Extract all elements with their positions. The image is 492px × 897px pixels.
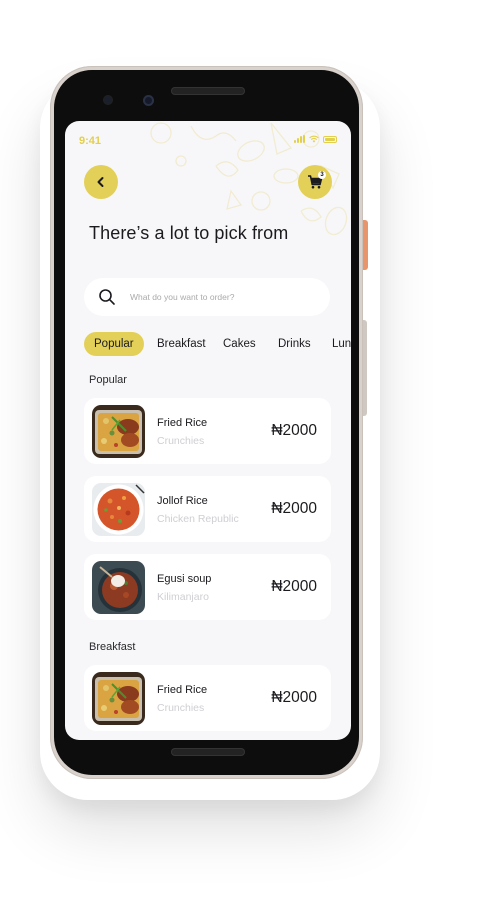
tab-popular[interactable]: Popular: [84, 332, 144, 356]
front-camera: [143, 95, 154, 106]
top-speaker: [171, 87, 245, 95]
wifi-icon: [309, 135, 319, 143]
food-price: ₦2000: [271, 500, 317, 517]
power-button: [363, 220, 368, 270]
food-image-fried-rice: [92, 672, 145, 725]
tab-lunch[interactable]: Lun: [332, 332, 351, 356]
vendor-name: Chicken Republic: [157, 513, 239, 525]
cart-button[interactable]: 3: [298, 165, 332, 199]
food-name: Jollof Rice: [157, 495, 208, 507]
food-card[interactable]: Jollof Rice Chicken Republic ₦2000: [84, 476, 331, 542]
tab-drinks[interactable]: Drinks: [278, 332, 311, 356]
search-icon: [99, 289, 115, 305]
category-tabs: Popular Breakfast Cakes Drinks Lun: [84, 332, 351, 356]
food-image-jollof-rice: [92, 483, 145, 536]
section-title-breakfast: Breakfast: [89, 641, 136, 653]
signal-icon: [294, 135, 305, 143]
vendor-name: Crunchies: [157, 435, 205, 447]
food-image-egusi-soup: [92, 561, 145, 614]
food-price: ₦2000: [271, 689, 317, 706]
food-name: Fried Rice: [157, 684, 208, 696]
cart-count-badge: 3: [318, 171, 326, 179]
food-card[interactable]: Fried Rice Crunchies ₦2000: [84, 665, 331, 731]
tab-cakes[interactable]: Cakes: [223, 332, 256, 356]
app-screen: 9:41 3 There’s a lot to pick from What d…: [65, 121, 351, 740]
food-price: ₦2000: [271, 578, 317, 595]
food-card[interactable]: Fried Rice Crunchies ₦2000: [84, 398, 331, 464]
bottom-speaker: [171, 748, 245, 756]
food-image-fried-rice: [92, 405, 145, 458]
food-name: Fried Rice: [157, 417, 208, 429]
vendor-name: Kilimanjaro: [157, 591, 209, 603]
search-input[interactable]: [130, 292, 300, 302]
tab-breakfast[interactable]: Breakfast: [157, 332, 206, 356]
vendor-name: Crunchies: [157, 702, 205, 714]
search-bar[interactable]: [84, 278, 330, 316]
chevron-left-icon: [97, 177, 104, 187]
sensor-dot: [104, 96, 112, 104]
status-icons: [294, 135, 337, 143]
food-price: ₦2000: [271, 422, 317, 439]
volume-button: [363, 320, 367, 416]
status-time: 9:41: [79, 135, 102, 147]
food-card[interactable]: Egusi soup Kilimanjaro ₦2000: [84, 554, 331, 620]
battery-icon: [323, 135, 337, 143]
back-button[interactable]: [84, 165, 118, 199]
page-title: There’s a lot to pick from: [89, 223, 289, 243]
section-title-popular: Popular: [89, 374, 127, 386]
food-name: Egusi soup: [157, 573, 212, 585]
